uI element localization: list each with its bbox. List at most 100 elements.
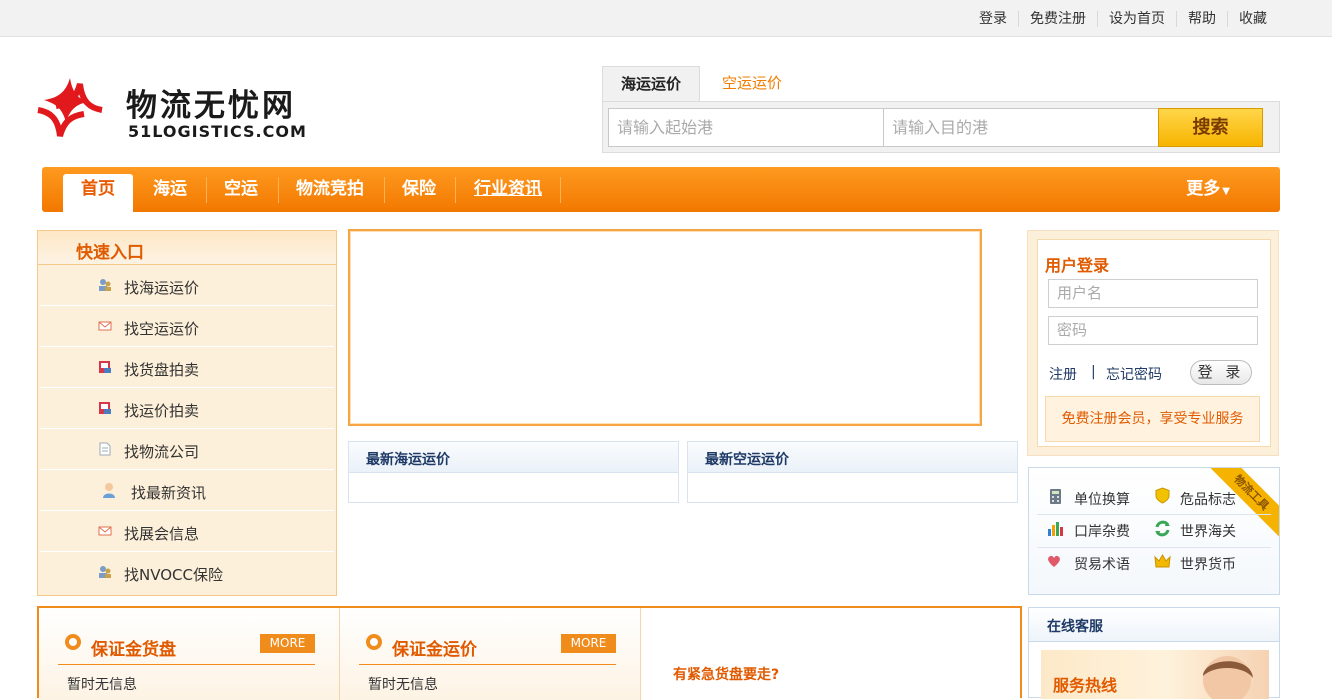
quick-item-freight-auction[interactable]: 找运价拍卖 bbox=[40, 389, 334, 429]
quick-item-label: 找展会信息 bbox=[124, 525, 200, 543]
logo-english-text: 51LOGISTICS.COM bbox=[128, 122, 307, 141]
tab-sea-freight[interactable]: 海运运价 bbox=[602, 66, 701, 102]
mail-icon bbox=[98, 321, 112, 331]
service-hotline-banner[interactable]: 服务热线 bbox=[1041, 650, 1269, 699]
nav-more[interactable]: 更多 ▼ bbox=[1186, 167, 1230, 212]
tool-port-charges[interactable]: 口岸杂费 bbox=[1074, 521, 1130, 541]
nav-auction[interactable]: 物流竞拍 bbox=[296, 167, 364, 212]
search-tabs: 海运运价 空运运价 bbox=[602, 66, 800, 102]
quick-item-exhibition[interactable]: 找展会信息 bbox=[40, 512, 334, 552]
auction-icon bbox=[99, 361, 111, 373]
quick-item-sea-price[interactable]: 找海运运价 bbox=[40, 266, 334, 306]
latest-air-prices-title[interactable]: 最新空运运价 bbox=[705, 449, 789, 469]
nav-insurance[interactable]: 保险 bbox=[402, 167, 436, 212]
calculator-icon bbox=[1050, 489, 1061, 504]
set-homepage-link[interactable]: 设为首页 bbox=[1097, 11, 1176, 27]
link-separator: | bbox=[1091, 364, 1096, 380]
register-promo[interactable]: 免费注册会员，享受专业服务 bbox=[1045, 396, 1260, 442]
tab-air-freight[interactable]: 空运运价 bbox=[700, 66, 800, 102]
search-button[interactable]: 搜索 bbox=[1158, 108, 1263, 147]
title-underline bbox=[58, 664, 315, 665]
guarantee-cargo-more-button[interactable]: MORE bbox=[260, 634, 315, 653]
quick-item-nvocc-insurance[interactable]: 找NVOCC保险 bbox=[40, 553, 334, 593]
online-service-title: 在线客服 bbox=[1047, 619, 1103, 635]
origin-port-input[interactable]: 请输入起始港 bbox=[608, 108, 884, 147]
nav-air[interactable]: 空运 bbox=[224, 167, 258, 212]
bullet-circle-icon bbox=[65, 634, 81, 650]
quick-item-cargo-auction[interactable]: 找货盘拍卖 bbox=[40, 348, 334, 388]
username-input[interactable]: 用户名 bbox=[1048, 279, 1258, 308]
tool-world-customs[interactable]: 世界海关 bbox=[1180, 521, 1236, 541]
quick-entry-panel: 快速入口 找海运运价 找空运运价 找货盘拍卖 找运价拍卖 找物流公司 找最新资讯… bbox=[37, 230, 337, 596]
service-hotline-label: 服务热线 bbox=[1053, 676, 1118, 695]
document-icon bbox=[99, 442, 111, 456]
nav-sea[interactable]: 海运 bbox=[153, 167, 187, 212]
chevron-down-icon: ▼ bbox=[1222, 186, 1230, 197]
nav-home[interactable]: 首页 bbox=[63, 174, 133, 212]
destination-port-input[interactable]: 请输入目的港 bbox=[883, 108, 1159, 147]
quick-entry-title: 快速入口 bbox=[76, 243, 144, 263]
banner-area[interactable] bbox=[348, 229, 982, 426]
quick-item-label: 找海运运价 bbox=[124, 279, 200, 297]
refresh-icon bbox=[1155, 520, 1170, 537]
service-agent-avatar bbox=[1203, 656, 1253, 699]
user-login-form: 用户登录 用户名 密码 注册 | 忘记密码 登 录 免费注册会员，享受专业服务 bbox=[1037, 239, 1271, 447]
quick-item-label: 找最新资讯 bbox=[131, 484, 207, 502]
auction-icon bbox=[99, 402, 111, 414]
help-link[interactable]: 帮助 bbox=[1176, 11, 1227, 27]
guarantee-freight-empty: 暂时无信息 bbox=[368, 677, 438, 693]
tool-world-currency[interactable]: 世界货币 bbox=[1180, 554, 1236, 574]
login-title: 用户登录 bbox=[1045, 256, 1110, 275]
guarantee-freight-title[interactable]: 保证金运价 bbox=[392, 635, 477, 660]
latest-sea-prices-title[interactable]: 最新海运运价 bbox=[366, 449, 450, 469]
tool-unit-conversion[interactable]: 单位换算 bbox=[1074, 489, 1130, 509]
bar-chart-icon bbox=[1048, 522, 1063, 536]
nav-divider bbox=[455, 177, 456, 203]
register-link[interactable]: 免费注册 bbox=[1018, 11, 1097, 27]
nav-industry-news[interactable]: 行业资讯 bbox=[474, 167, 542, 212]
title-underline bbox=[359, 664, 616, 665]
crown-icon bbox=[1154, 554, 1171, 568]
nav-more-label: 更多 bbox=[1186, 179, 1221, 199]
tool-trade-terms[interactable]: 贸易术语 bbox=[1074, 554, 1130, 574]
bullet-circle-icon bbox=[366, 634, 382, 650]
person-icon bbox=[103, 483, 115, 498]
main-nav: 首页 海运 空运 物流竞拍 保险 行业资讯 更多 ▼ bbox=[42, 167, 1280, 212]
users-icon bbox=[99, 279, 111, 291]
nav-divider bbox=[278, 177, 279, 203]
quick-item-label: 找物流公司 bbox=[124, 443, 200, 461]
urgent-cargo-prompt[interactable]: 有紧急货盘要走? bbox=[673, 664, 779, 684]
password-input[interactable]: 密码 bbox=[1048, 316, 1258, 345]
quick-item-latest-news[interactable]: 找最新资讯 bbox=[40, 471, 334, 511]
search-panel: 请输入起始港 请输入目的港 搜索 bbox=[602, 101, 1280, 153]
quick-item-air-price[interactable]: 找空运运价 bbox=[40, 307, 334, 347]
guarantee-freight-more-button[interactable]: MORE bbox=[561, 634, 616, 653]
mail-icon bbox=[98, 526, 112, 536]
quick-item-logistics-company[interactable]: 找物流公司 bbox=[40, 430, 334, 470]
logo-mark-icon bbox=[37, 78, 103, 137]
quick-item-label: 找NVOCC保险 bbox=[124, 566, 223, 584]
tools-divider bbox=[1037, 547, 1271, 548]
quick-item-label: 找空运运价 bbox=[124, 320, 200, 338]
latest-air-prices: 最新空运运价 bbox=[687, 441, 1018, 503]
latest-sea-prices: 最新海运运价 bbox=[348, 441, 679, 503]
quick-item-label: 找运价拍卖 bbox=[124, 402, 200, 420]
tool-dangerous-goods[interactable]: 危品标志 bbox=[1180, 489, 1236, 509]
shield-icon bbox=[1155, 487, 1170, 504]
nav-divider bbox=[206, 177, 207, 203]
login-link[interactable]: 登录 bbox=[968, 11, 1018, 27]
nav-divider bbox=[560, 177, 561, 203]
site-logo[interactable]: 物流无忧网 51LOGISTICS.COM bbox=[36, 74, 316, 146]
logistics-tools-panel: 物流工具 单位换算 危品标志 口岸杂费 世界海关 贸易术语 世界货币 bbox=[1028, 467, 1280, 595]
login-button[interactable]: 登 录 bbox=[1190, 360, 1252, 385]
quick-item-label: 找货盘拍卖 bbox=[124, 361, 200, 379]
register-link[interactable]: 注册 bbox=[1049, 364, 1077, 384]
bookmark-link[interactable]: 收藏 bbox=[1227, 11, 1278, 27]
nav-divider bbox=[384, 177, 385, 203]
forgot-password-link[interactable]: 忘记密码 bbox=[1106, 364, 1162, 384]
top-utility-bar: 登录 免费注册 设为首页 帮助 收藏 bbox=[0, 0, 1332, 37]
guarantee-cargo-empty: 暂时无信息 bbox=[67, 677, 137, 693]
guarantee-cargo-title[interactable]: 保证金货盘 bbox=[91, 635, 176, 660]
tools-divider bbox=[1037, 514, 1271, 515]
online-service-panel: 在线客服 服务热线 bbox=[1028, 607, 1280, 699]
